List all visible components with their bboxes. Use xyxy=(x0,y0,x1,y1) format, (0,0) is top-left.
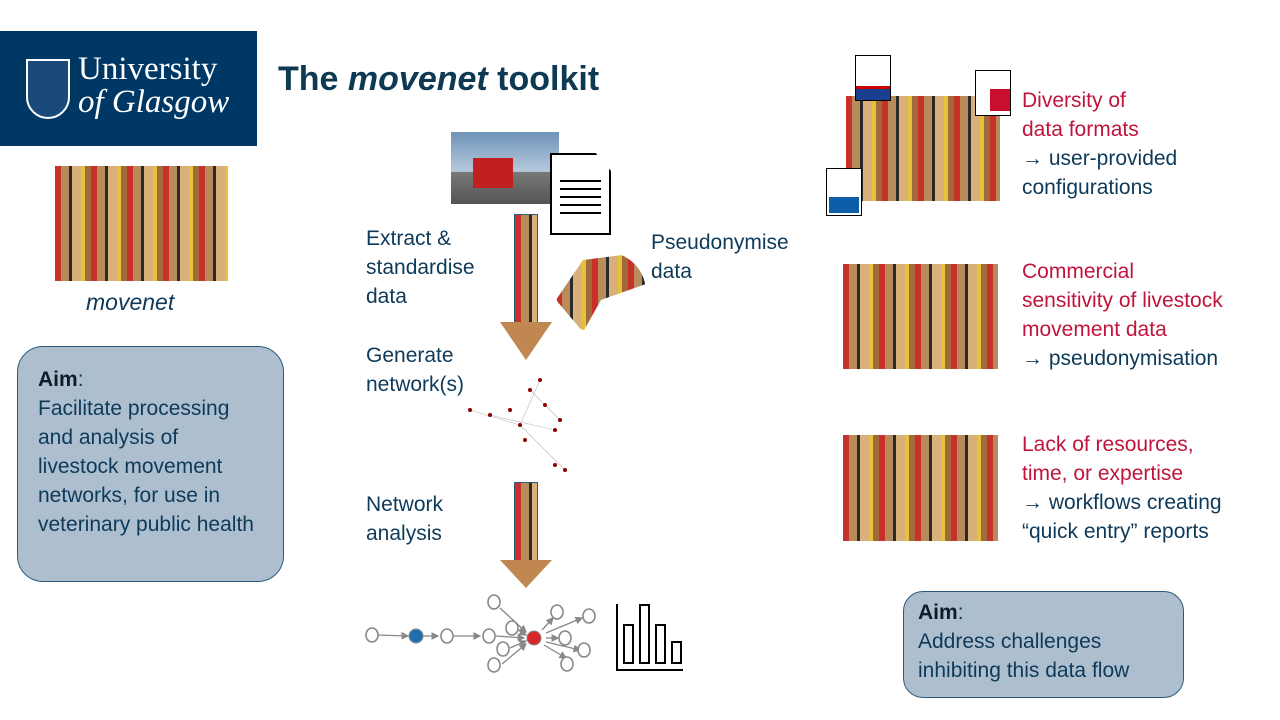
step-pseudonymise: Pseudonymise data xyxy=(651,231,789,283)
arrow-head-2 xyxy=(500,560,552,588)
challenge-resources: Lack of resources, time, or expertise → w… xyxy=(1022,433,1222,543)
document-se-icon xyxy=(826,168,862,216)
network-diagram xyxy=(365,594,683,673)
document-icon xyxy=(550,153,611,235)
logo-line1: University xyxy=(78,51,218,87)
arrow-down-2 xyxy=(514,482,538,562)
university-logo: University of Glasgow xyxy=(0,31,257,146)
toolkit-caption: movenet xyxy=(86,289,175,315)
crest-icon xyxy=(26,59,70,119)
step-extract: Extract & standardise data xyxy=(366,227,475,308)
challenge-image-sensitivity xyxy=(843,264,998,369)
aim-box: Aim: Facilitate processing and analysis o… xyxy=(17,346,284,582)
toolkit-image xyxy=(55,166,228,281)
aim-text: Facilitate processing and analysis of li… xyxy=(38,397,254,536)
arrow-head-1 xyxy=(500,322,552,360)
truck-image xyxy=(451,132,559,204)
page-title: The movenet toolkit xyxy=(278,60,600,98)
right-aim-box: Aim: Address challenges inhibiting this da… xyxy=(903,591,1184,698)
step-analysis: Network analysis xyxy=(366,493,444,545)
document-dk-icon xyxy=(975,70,1011,116)
challenge-formats: Diversity of data formats → user-provided… xyxy=(1022,89,1178,199)
challenge-image-resources xyxy=(843,435,998,541)
step-generate: Generate network(s) xyxy=(366,344,465,396)
document-uk-icon xyxy=(855,55,891,101)
challenge-sensitivity: Commercial sensitivity of livestock moveme… xyxy=(1022,260,1223,370)
pseudonymise-arrow xyxy=(556,252,646,332)
arrow-down-1 xyxy=(514,214,538,324)
network-graph xyxy=(468,378,567,472)
logo-line2: of Glasgow xyxy=(78,84,230,120)
